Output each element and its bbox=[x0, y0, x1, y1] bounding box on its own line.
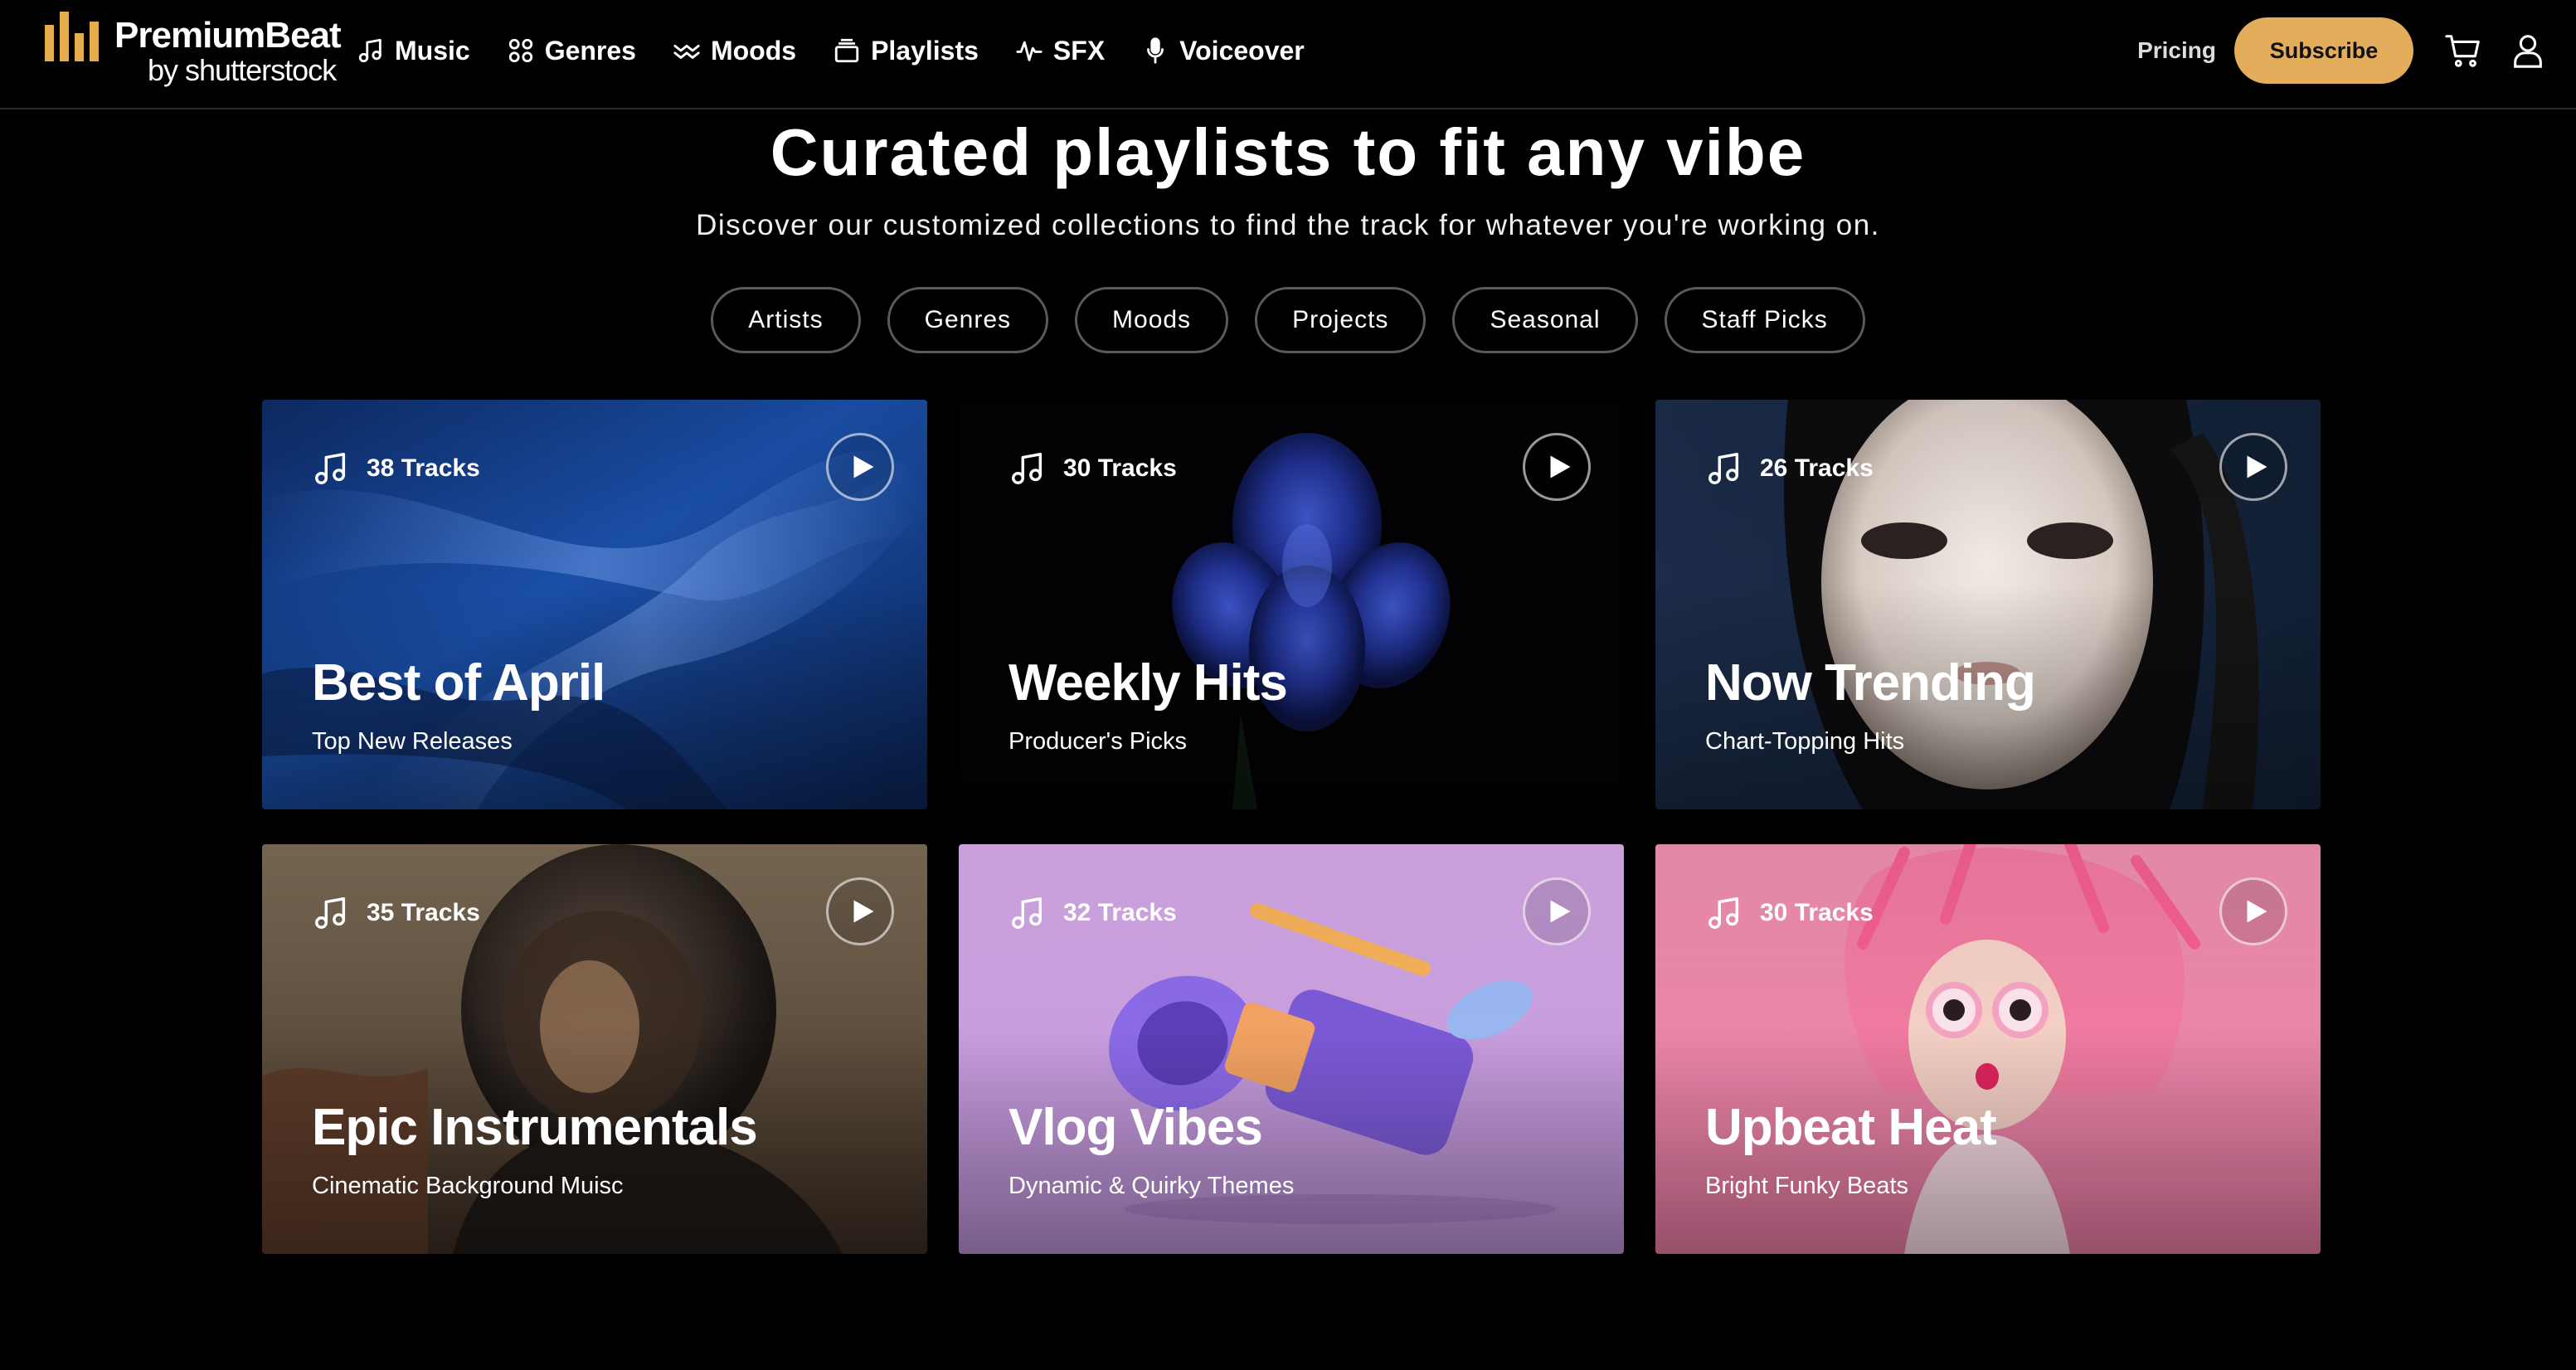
nav-item-label: SFX bbox=[1052, 35, 1106, 66]
logo-name: PremiumBeat bbox=[114, 15, 342, 56]
microphone-icon bbox=[1147, 37, 1164, 64]
play-icon bbox=[853, 900, 874, 923]
playlist-subtitle: Bright Funky Beats bbox=[1705, 1173, 1908, 1199]
play-button[interactable] bbox=[826, 433, 894, 501]
track-count-label: 30 Tracks bbox=[1063, 454, 1177, 482]
playlist-subtitle: Top New Releases bbox=[312, 728, 513, 755]
filter-artists[interactable]: Artists bbox=[711, 287, 861, 353]
play-button[interactable] bbox=[2219, 433, 2287, 501]
track-count: 26 Tracks bbox=[1705, 449, 1874, 488]
nav-item-playlists[interactable]: Playlists bbox=[833, 36, 979, 66]
play-icon bbox=[2247, 455, 2267, 479]
play-button[interactable] bbox=[826, 877, 894, 945]
playlist-grid: 38 Tracks Best of April Top New Releases bbox=[262, 400, 2321, 1254]
playlist-title: Vlog Vibes bbox=[1009, 1099, 1263, 1156]
play-icon bbox=[2247, 900, 2267, 923]
logo-subtitle: by shutterstock bbox=[148, 53, 337, 87]
play-button[interactable] bbox=[2219, 877, 2287, 945]
waves-icon bbox=[673, 44, 700, 59]
playlist-card-vlog-vibes[interactable]: 32 Tracks Vlog Vibes Dynamic & Quirky Th… bbox=[959, 844, 1624, 1254]
playlist-title: Now Trending bbox=[1705, 654, 2036, 712]
nav-item-sfx[interactable]: SFX bbox=[1015, 36, 1105, 66]
music-note-icon bbox=[1012, 897, 1043, 929]
track-count: 30 Tracks bbox=[1705, 894, 1874, 932]
main-menu: Music Genres Moods Playlists SFX Voiceov… bbox=[357, 0, 1341, 101]
track-count: 35 Tracks bbox=[312, 894, 480, 932]
playlist-title: Epic Instrumentals bbox=[312, 1099, 758, 1156]
play-button[interactable] bbox=[1523, 433, 1591, 501]
nav-item-moods[interactable]: Moods bbox=[673, 36, 796, 66]
nav-item-label: Voiceover bbox=[1179, 35, 1305, 66]
music-note-icon bbox=[315, 453, 346, 484]
track-count: 30 Tracks bbox=[1009, 449, 1177, 488]
top-nav: PremiumBeat by shutterstock Music Genres… bbox=[0, 0, 2576, 109]
playlist-subtitle: Cinematic Background Muisc bbox=[312, 1173, 624, 1199]
cart-button[interactable] bbox=[2443, 31, 2483, 70]
track-count-label: 30 Tracks bbox=[1760, 899, 1874, 926]
page-subtitle: Discover our customized collections to f… bbox=[696, 209, 1880, 241]
playlist-subtitle: Chart-Topping Hits bbox=[1705, 728, 1905, 755]
premiumbeat-logo[interactable]: PremiumBeat by shutterstock bbox=[45, 12, 342, 87]
logo-bars-icon bbox=[45, 12, 100, 61]
filter-pills: Artists Genres Moods Projects Seasonal S… bbox=[0, 287, 2576, 353]
nav-item-voiceover[interactable]: Voiceover bbox=[1141, 36, 1305, 66]
music-note-icon bbox=[1012, 453, 1043, 484]
track-count: 38 Tracks bbox=[312, 449, 480, 488]
filter-staff-picks[interactable]: Staff Picks bbox=[1664, 287, 1865, 353]
play-button[interactable] bbox=[1523, 877, 1591, 945]
nav-item-genres[interactable]: Genres bbox=[507, 36, 636, 66]
music-note-icon bbox=[1708, 453, 1739, 484]
playlist-card-now-trending[interactable]: 26 Tracks Now Trending Chart-Topping Hit… bbox=[1655, 400, 2321, 809]
account-button[interactable] bbox=[2508, 31, 2548, 70]
playlist-icon bbox=[834, 38, 859, 63]
track-count-label: 32 Tracks bbox=[1063, 899, 1177, 926]
user-icon bbox=[2514, 35, 2542, 68]
filter-seasonal[interactable]: Seasonal bbox=[1452, 287, 1638, 353]
play-icon bbox=[853, 455, 874, 479]
playlist-subtitle: Producer's Picks bbox=[1009, 728, 1188, 755]
nav-item-label: Music bbox=[395, 35, 470, 66]
pricing-link[interactable]: Pricing bbox=[2137, 37, 2216, 64]
waveform-icon bbox=[1016, 41, 1043, 61]
cart-icon bbox=[2445, 35, 2480, 67]
playlist-card-weekly-hits[interactable]: 30 Tracks Weekly Hits Producer's Picks bbox=[959, 400, 1624, 809]
page-title: Curated playlists to fit any vibe bbox=[770, 115, 1806, 189]
nav-item-music[interactable]: Music bbox=[357, 36, 470, 66]
music-note-icon bbox=[1708, 897, 1739, 929]
music-note-icon bbox=[315, 897, 346, 929]
nav-item-label: Genres bbox=[544, 35, 636, 66]
playlist-subtitle: Dynamic & Quirky Themes bbox=[1009, 1173, 1295, 1199]
playlist-title: Weekly Hits bbox=[1009, 654, 1288, 712]
track-count-label: 35 Tracks bbox=[367, 899, 480, 926]
track-count-label: 38 Tracks bbox=[367, 454, 480, 482]
nav-item-label: Moods bbox=[710, 35, 797, 66]
nav-item-label: Playlists bbox=[871, 35, 979, 66]
filter-projects[interactable]: Projects bbox=[1255, 287, 1427, 353]
playlist-title: Best of April bbox=[312, 654, 605, 712]
play-icon bbox=[1550, 455, 1571, 479]
playlist-card-upbeat-heat[interactable]: 30 Tracks Upbeat Heat Bright Funky Beats bbox=[1655, 844, 2321, 1254]
playlist-card-epic-instrumentals[interactable]: 35 Tracks Epic Instrumentals Cinematic B… bbox=[262, 844, 927, 1254]
track-count-label: 26 Tracks bbox=[1760, 454, 1874, 482]
play-icon bbox=[1550, 900, 1571, 923]
nav-actions: Pricing Subscribe bbox=[2137, 0, 2576, 101]
filter-moods[interactable]: Moods bbox=[1075, 287, 1229, 353]
grid-icon bbox=[508, 38, 532, 63]
filter-genres[interactable]: Genres bbox=[887, 287, 1049, 353]
track-count: 32 Tracks bbox=[1009, 894, 1177, 932]
playlist-title: Upbeat Heat bbox=[1705, 1099, 1997, 1156]
music-note-icon bbox=[358, 38, 382, 63]
subscribe-button[interactable]: Subscribe bbox=[2234, 17, 2413, 84]
playlist-card-best-of-april[interactable]: 38 Tracks Best of April Top New Releases bbox=[262, 400, 927, 809]
